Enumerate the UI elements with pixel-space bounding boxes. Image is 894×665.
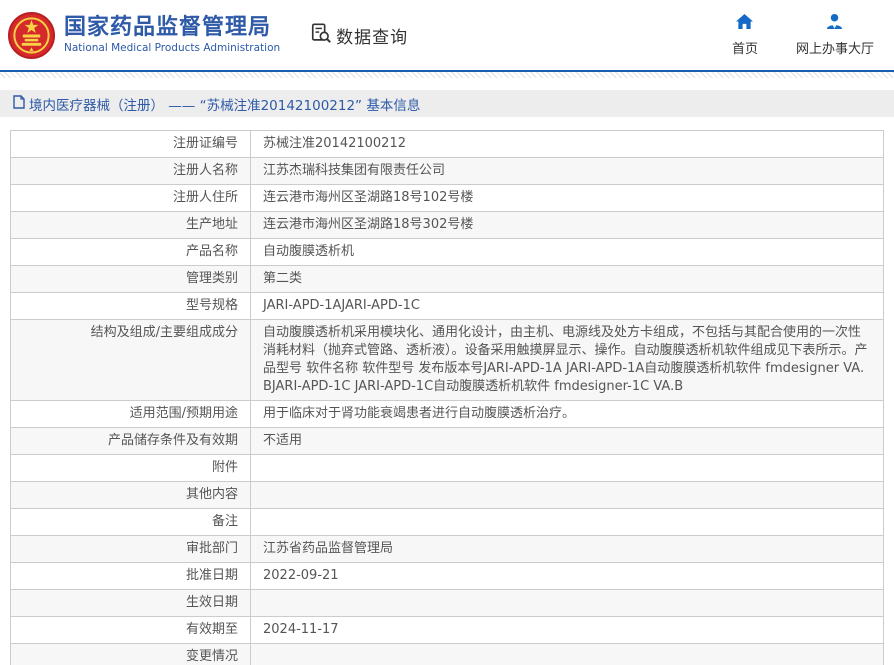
row-value: 连云港市海州区圣湖路18号102号楼	[263, 190, 474, 205]
row-value: 第二类	[263, 271, 303, 286]
row-value: 不适用	[263, 433, 303, 448]
row-value	[251, 644, 883, 665]
row-label-text: 生产地址	[185, 217, 238, 232]
document-icon	[13, 94, 29, 113]
row-value: 苏械注准20142100212	[263, 136, 406, 151]
row-label-text: 生效日期	[185, 595, 238, 610]
row-label: 生产地址	[11, 212, 251, 238]
home-icon	[735, 13, 754, 38]
row-label-text: 其他内容	[185, 487, 238, 502]
row-label-text: 型号规格	[185, 298, 238, 313]
row-value	[251, 482, 883, 508]
table-row: 备注	[11, 509, 883, 536]
site-subtitle: National Medical Products Administration	[64, 42, 281, 54]
data-query-label: 数据查询	[336, 27, 409, 48]
logo-block: 国家药品监督管理局 National Medical Products Admi…	[8, 11, 280, 59]
row-label-text: 审批部门	[185, 541, 238, 556]
table-row: 结构及组成/主要组成成分 自动腹膜透析机采用模块化、通用化设计，由主机、电源线及处…	[11, 320, 883, 401]
row-label: 型号规格	[11, 293, 251, 319]
row-label: 产品储存条件及有效期	[11, 428, 251, 454]
row-label: 注册人名称	[11, 158, 251, 184]
row-value: 江苏省药品监督管理局	[263, 541, 394, 556]
table-row: 附件	[11, 455, 883, 482]
row-value: 自动腹膜透析机采用模块化、通用化设计，由主机、电源线及处方卡组成，不包括与其配合…	[263, 325, 868, 394]
breadcrumb-text: 境内医疗器械（注册） —— “苏械注准20142100212” 基本信息	[29, 97, 421, 114]
table-row: 注册人住所 连云港市海州区圣湖路18号102号楼	[11, 185, 883, 212]
row-label: 适用范围/预期用途	[11, 401, 251, 427]
row-label-text: 注册人名称	[172, 163, 238, 178]
registration-info-table: 注册证编号 苏械注准20142100212 注册人名称 江苏杰瑞科技集团有限责任公司注…	[10, 130, 884, 665]
row-value: 用于临床对于肾功能衰竭患者进行自动腹膜透析治疗。	[263, 406, 576, 421]
row-label: 其他内容	[11, 482, 251, 508]
data-query-icon	[310, 22, 336, 48]
nmpa-emblem-logo	[8, 11, 55, 59]
table-row: 型号规格 JARI-APD-1AJARI-APD-1C	[11, 293, 883, 320]
data-query-tab[interactable]: 数据查询	[310, 22, 408, 48]
row-label: 注册证编号	[11, 131, 251, 157]
row-label-text: 管理类别	[185, 271, 238, 286]
nav-home[interactable]: 首页	[732, 13, 758, 57]
row-label-text: 变更情况	[185, 649, 238, 664]
row-label-text: 批准日期	[185, 568, 238, 583]
table-row: 变更情况	[11, 644, 883, 665]
site-header: 国家药品监督管理局 National Medical Products Admi…	[0, 0, 894, 70]
row-label-text: 注册证编号	[172, 136, 238, 151]
row-value: 2024-11-17	[263, 622, 339, 637]
row-label-text: 附件	[211, 460, 238, 475]
table-row: 适用范围/预期用途 用于临床对于肾功能衰竭患者进行自动腹膜透析治疗。	[11, 401, 883, 428]
table-row: 产品名称 自动腹膜透析机	[11, 239, 883, 266]
header-nav: 首页 网上办事大厅	[732, 13, 874, 57]
table-row: 有效期至 2024-11-17	[11, 617, 883, 644]
row-value	[251, 455, 883, 481]
row-label-text: 备注	[211, 514, 238, 529]
row-value: 2022-09-21	[263, 568, 339, 583]
row-label: 审批部门	[11, 536, 251, 562]
nav-home-label: 首页	[731, 42, 758, 57]
row-label: 产品名称	[11, 239, 251, 265]
table-row: 其他内容	[11, 482, 883, 509]
table-row: 批准日期 2022-09-21	[11, 563, 883, 590]
row-label: 结构及组成/主要组成成分	[11, 320, 251, 400]
row-label-text: 注册人住所	[172, 190, 238, 205]
title-wrap: 国家药品监督管理局 National Medical Products Admi…	[64, 15, 280, 55]
row-label-text: 产品名称	[185, 244, 238, 259]
row-label: 管理类别	[11, 266, 251, 292]
row-label-text: 适用范围/预期用途	[129, 406, 238, 421]
table-row: 审批部门 江苏省药品监督管理局	[11, 536, 883, 563]
row-label: 变更情况	[11, 644, 251, 665]
table-row: 产品储存条件及有效期 不适用	[11, 428, 883, 455]
row-value	[251, 590, 883, 616]
table-row: 生效日期	[11, 590, 883, 617]
row-value: 连云港市海州区圣湖路18号302号楼	[263, 217, 474, 232]
table-row: 管理类别 第二类	[11, 266, 883, 293]
user-icon	[825, 13, 844, 38]
row-label: 附件	[11, 455, 251, 481]
row-value	[251, 509, 883, 535]
row-label: 生效日期	[11, 590, 251, 616]
row-label-text: 产品储存条件及有效期	[107, 433, 238, 448]
table-row: 生产地址 连云港市海州区圣湖路18号302号楼	[11, 212, 883, 239]
row-label: 备注	[11, 509, 251, 535]
row-label: 有效期至	[11, 617, 251, 643]
row-label-text: 结构及组成/主要组成成分	[90, 325, 238, 340]
breadcrumb: 境内医疗器械（注册） —— “苏械注准20142100212” 基本信息	[0, 90, 894, 117]
row-value: 自动腹膜透析机	[263, 244, 355, 259]
row-value: 江苏杰瑞科技集团有限责任公司	[263, 163, 446, 178]
row-label: 注册人住所	[11, 185, 251, 211]
nav-service-hall-label: 网上办事大厅	[795, 42, 874, 57]
nav-service-hall[interactable]: 网上办事大厅	[796, 13, 874, 57]
hatch-strip	[0, 72, 894, 78]
table-row: 注册证编号 苏械注准20142100212	[11, 131, 883, 158]
row-label: 批准日期	[11, 563, 251, 589]
row-value: JARI-APD-1AJARI-APD-1C	[263, 298, 420, 313]
row-label-text: 有效期至	[185, 622, 238, 637]
table-row: 注册人名称 江苏杰瑞科技集团有限责任公司	[11, 158, 883, 185]
site-title: 国家药品监督管理局	[64, 15, 272, 40]
